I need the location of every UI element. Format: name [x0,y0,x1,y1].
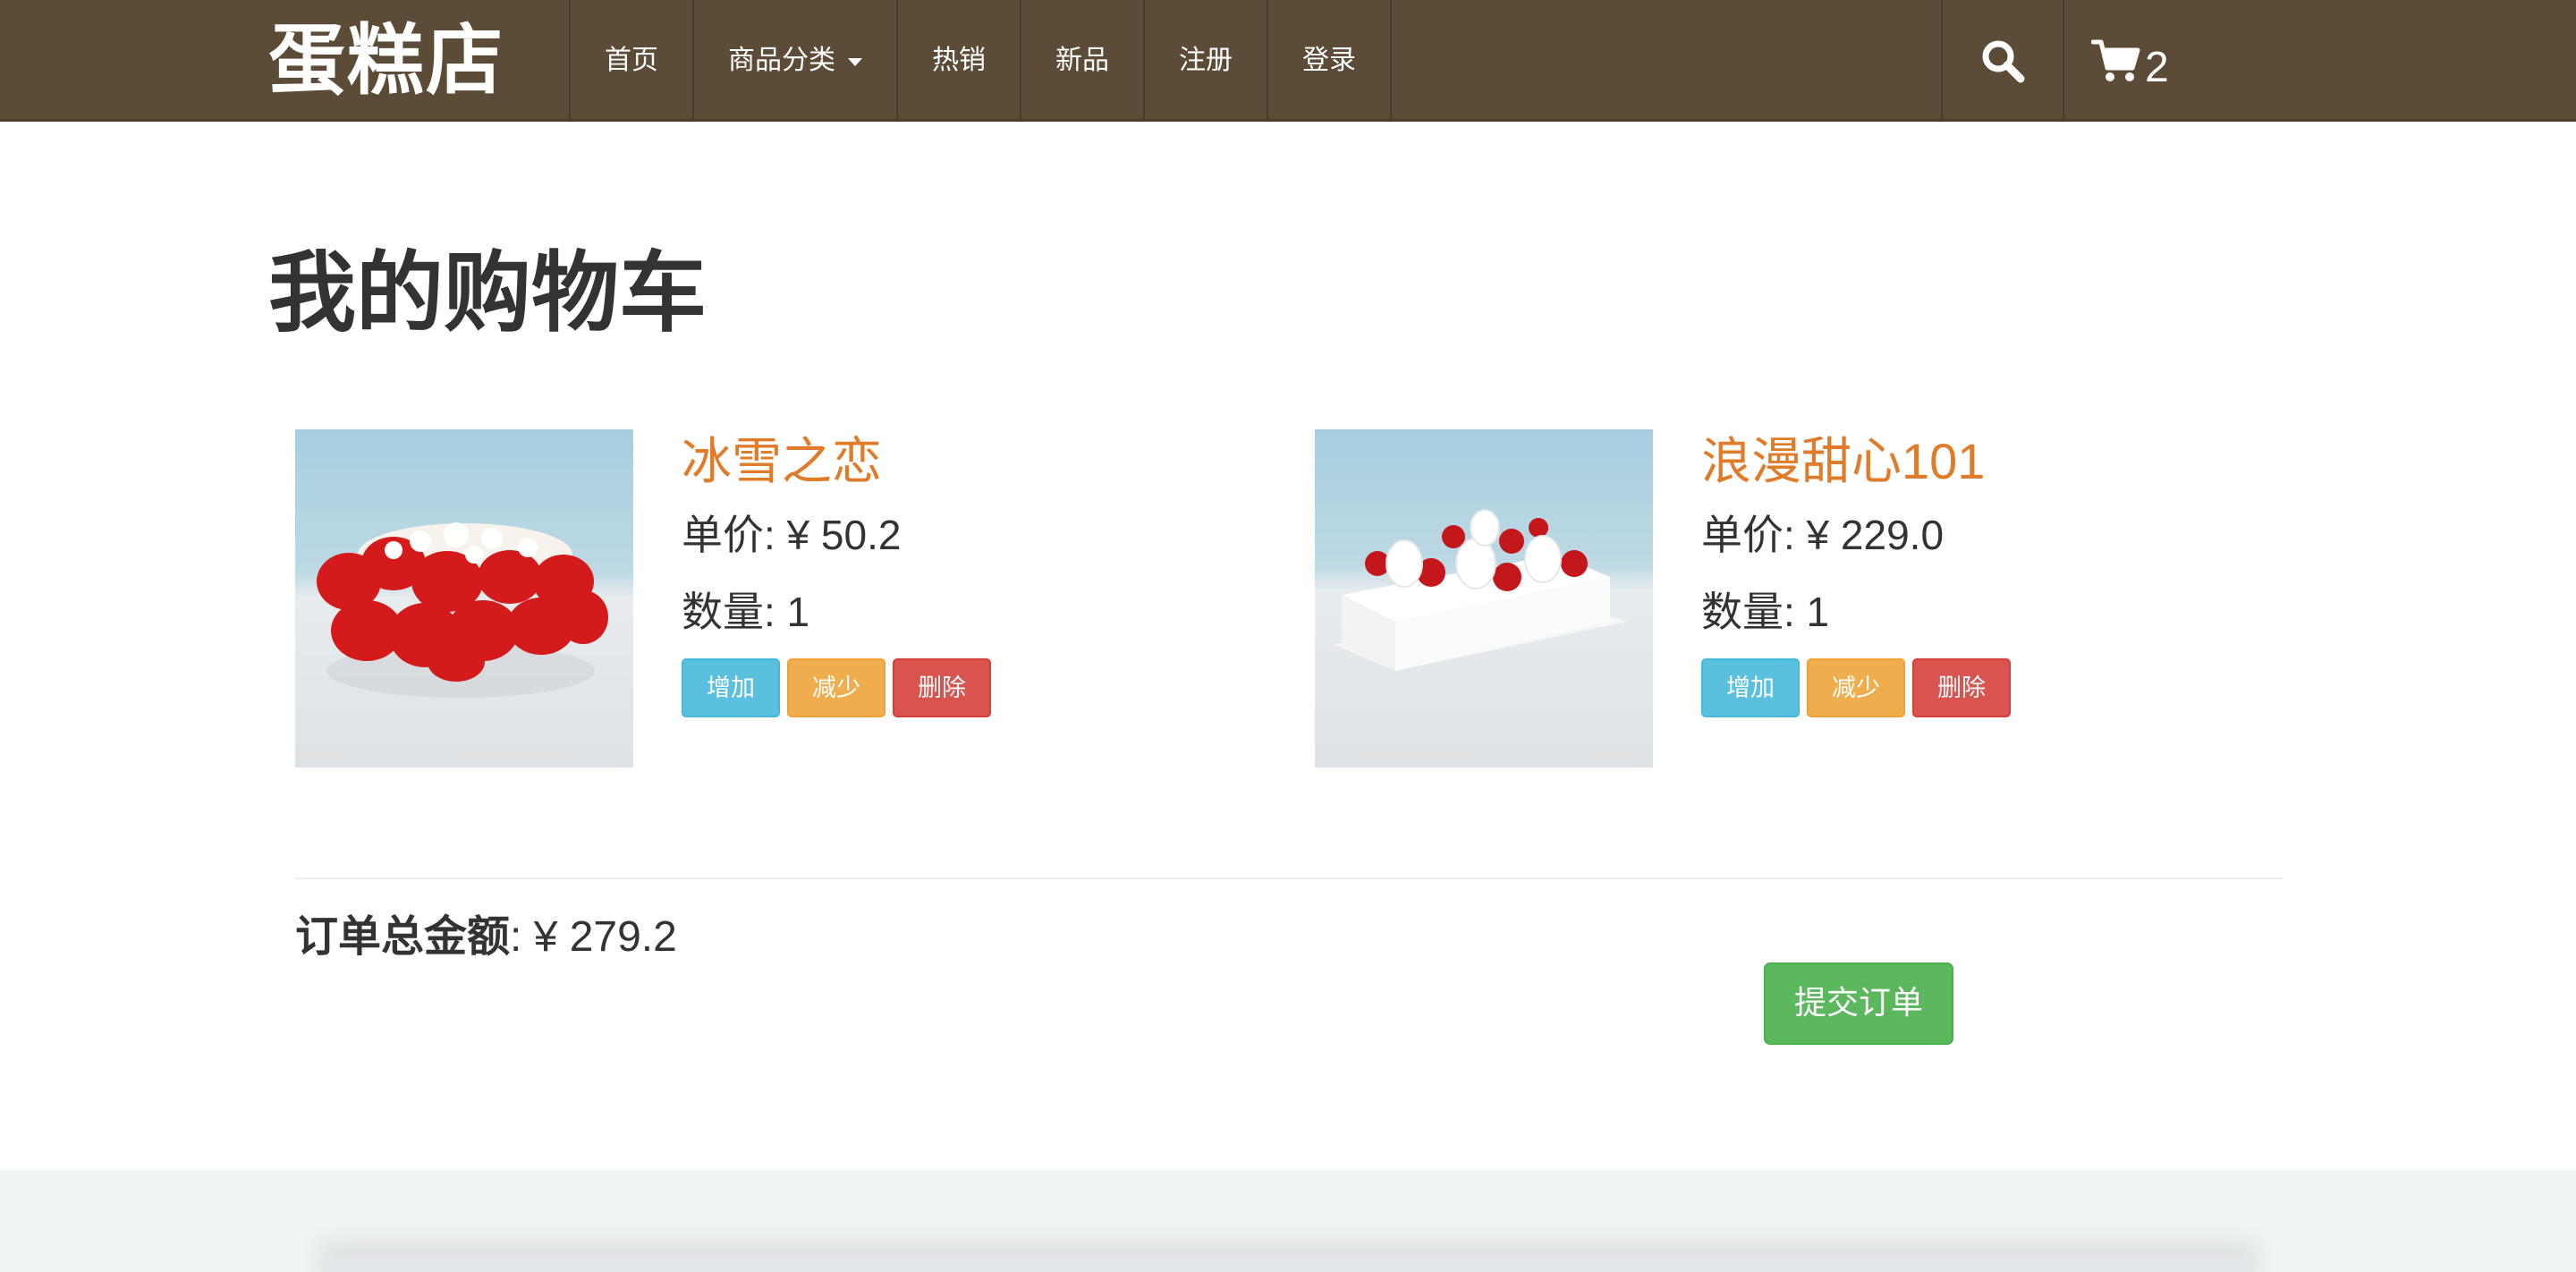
cart-button[interactable]: 2 [2064,0,2196,122]
decrease-button[interactable]: 减少 [1807,658,1905,717]
shopping-cart-icon [2091,39,2140,81]
product-image[interactable] [295,429,633,767]
item-actions: 增加 减少 删除 [1701,658,2011,717]
product-price: 单价: ¥ 229.0 [1701,512,1945,558]
delete-button[interactable]: 删除 [1912,658,2011,717]
product-info: 浪漫甜心101 单价: ¥ 229.0 数量: 1 增加 减少 删除 [1701,429,2011,717]
product-image[interactable] [1315,429,1653,767]
divider [295,878,2283,879]
caret-down-icon [848,57,862,66]
nav-item-label: 登录 [1302,46,1356,75]
nav-item-label: 首页 [605,46,658,75]
red-rose-petal-cake-image [295,429,633,767]
nav-item-label: 新品 [1055,46,1109,75]
increase-button[interactable]: 增加 [682,658,780,717]
product-name[interactable]: 浪漫甜心101 [1701,429,2011,494]
brand-logo[interactable]: 蛋糕店 [268,9,504,113]
product-quantity: 数量: 1 [1701,589,1830,635]
nav-menu: 首页 商品分类 热销 新品 注册 登录 [569,0,1392,122]
increase-button[interactable]: 增加 [1701,658,1800,717]
delete-button[interactable]: 删除 [893,658,991,717]
top-navbar: 蛋糕店 首页 商品分类 热销 新品 注册 登录 2 [0,0,2576,122]
order-total-value: : ¥ 279.2 [510,913,677,961]
cart-item: 冰雪之恋 单价: ¥ 50.2 数量: 1 增加 减少 删除 [295,429,1100,769]
nav-item-login[interactable]: 登录 [1268,0,1392,122]
nav-item-new[interactable]: 新品 [1021,0,1145,122]
product-info: 冰雪之恋 单价: ¥ 50.2 数量: 1 增加 减少 删除 [682,429,991,717]
nav-item-register[interactable]: 注册 [1145,0,1268,122]
nav-actions: 2 [1941,0,2196,122]
nav-item-home[interactable]: 首页 [571,0,694,122]
search-icon [1982,40,2025,83]
item-actions: 增加 减少 删除 [682,658,991,717]
product-price: 单价: ¥ 50.2 [682,512,902,558]
page-title: 我的购物车 [268,243,708,342]
cart-count-badge: 2 [2145,43,2169,91]
nav-item-categories-dropdown[interactable]: 商品分类 [694,0,898,122]
search-button[interactable] [1943,0,2064,122]
product-name[interactable]: 冰雪之恋 [682,429,991,494]
nav-item-label: 注册 [1179,46,1233,75]
order-total: 订单总金额: ¥ 279.2 [295,905,677,970]
order-total-label: 订单总金额 [295,913,511,961]
decrease-button[interactable]: 减少 [787,658,886,717]
nav-item-label: 热销 [932,46,986,75]
cart-item: 浪漫甜心101 单价: ¥ 229.0 数量: 1 增加 减少 删除 [1315,429,2120,769]
product-quantity: 数量: 1 [682,589,810,635]
submit-order-button[interactable]: 提交订单 [1764,962,1953,1045]
white-strawberry-cake-image [1315,429,1653,767]
footer [0,1170,2576,1272]
nav-item-hot[interactable]: 热销 [898,0,1021,122]
nav-item-label: 商品分类 [728,46,835,75]
footer-panel [322,1256,2254,1272]
